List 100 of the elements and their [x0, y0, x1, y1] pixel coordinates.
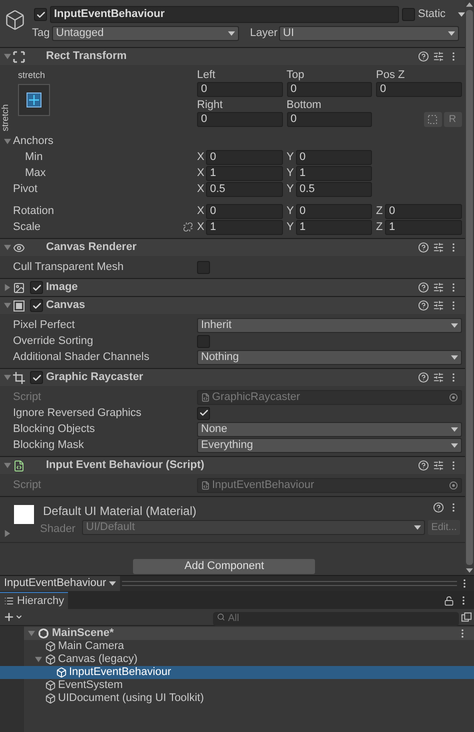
checkbox[interactable]: [197, 406, 210, 420]
checkbox[interactable]: [30, 281, 43, 294]
scene-visibility-icon[interactable]: [461, 612, 472, 622]
add-component-button[interactable]: Add Component: [133, 559, 316, 574]
component-header[interactable]: Graphic Raycaster: [0, 369, 465, 386]
scene-icon: [38, 628, 49, 639]
dropdown[interactable]: None: [197, 422, 462, 436]
help-icon[interactable]: [418, 300, 429, 311]
lock-icon[interactable]: [444, 596, 454, 606]
script-file-icon: [201, 392, 210, 402]
number-field[interactable]: 0: [385, 204, 462, 218]
dropdown[interactable]: Untagged: [52, 26, 239, 41]
foldout-arrow-icon[interactable]: [4, 244, 11, 251]
checkbox[interactable]: [30, 299, 43, 312]
scene-row[interactable]: MainScene*: [24, 627, 474, 640]
foldout-arrow-icon[interactable]: [4, 302, 11, 309]
dropdown[interactable]: Nothing: [197, 350, 462, 364]
hierarchy-tab[interactable]: Hierarchy: [0, 592, 68, 609]
help-icon[interactable]: [432, 502, 444, 513]
caret-icon: [109, 581, 116, 586]
scrollbar[interactable]: [464, 0, 474, 575]
name-field[interactable]: InputEventBehaviour: [50, 6, 399, 23]
scroll-down-icon[interactable]: [466, 568, 473, 573]
scroll-up-icon[interactable]: [466, 2, 473, 7]
image-icon: [13, 282, 25, 294]
component-header[interactable]: Input Event Behaviour (Script): [0, 457, 465, 474]
number-field[interactable]: 1: [206, 166, 282, 180]
number-field[interactable]: 1: [385, 220, 462, 234]
preset-icon[interactable]: [432, 372, 444, 383]
number-field[interactable]: 0: [296, 204, 372, 218]
cube-icon[interactable]: [4, 8, 26, 30]
caret-icon: [450, 426, 458, 432]
blueprint-button[interactable]: [424, 112, 442, 127]
foldout-arrow-icon[interactable]: [4, 53, 11, 60]
component-header[interactable]: Rect Transform: [0, 48, 465, 65]
hierarchy-item[interactable]: EventSystem: [0, 679, 474, 692]
foldout-arrow-icon[interactable]: [35, 656, 42, 663]
help-icon[interactable]: [418, 372, 429, 383]
crop-frame-icon: [13, 372, 25, 384]
number-field[interactable]: 0: [206, 204, 282, 218]
help-icon[interactable]: [418, 460, 429, 471]
checkbox[interactable]: [197, 260, 210, 274]
create-button[interactable]: [3, 611, 23, 623]
number-field[interactable]: 0: [376, 82, 462, 97]
number-field[interactable]: 0: [286, 112, 372, 127]
caret-icon: [414, 525, 421, 530]
dropdown[interactable]: Everything: [197, 438, 462, 452]
foldout-arrow-icon[interactable]: [4, 374, 11, 381]
breadcrumb-button[interactable]: InputEventBehaviour: [0, 576, 120, 591]
preset-icon[interactable]: [432, 460, 444, 471]
component-header[interactable]: Canvas: [0, 297, 465, 314]
preset-icon[interactable]: [432, 51, 444, 62]
hierarchy-item[interactable]: InputEventBehaviour: [0, 666, 474, 679]
help-icon[interactable]: [418, 282, 429, 293]
preset-icon[interactable]: [432, 282, 444, 293]
component-header[interactable]: Image: [0, 279, 465, 296]
axis-label: Y: [286, 166, 295, 181]
hierarchy-item[interactable]: Main Camera: [0, 640, 474, 653]
preset-icon[interactable]: [432, 242, 444, 253]
component-title: Canvas Renderer: [46, 240, 138, 256]
number-field[interactable]: 0: [197, 82, 282, 97]
number-field[interactable]: 1: [296, 166, 372, 180]
hierarchy-item[interactable]: Canvas (legacy): [0, 653, 474, 666]
number-field[interactable]: 1: [206, 220, 282, 234]
checkbox[interactable]: [34, 8, 47, 21]
property-label: Scale: [13, 220, 41, 235]
search-icon: [217, 613, 225, 621]
foldout-arrow-icon[interactable]: [4, 462, 11, 469]
foldout-arrow-icon[interactable]: [4, 138, 11, 144]
plus-icon: [3, 611, 15, 623]
component-title: Graphic Raycaster: [46, 370, 144, 386]
dropdown[interactable]: UI: [279, 26, 459, 41]
component-header[interactable]: Canvas Renderer: [0, 239, 465, 256]
number-field[interactable]: 0.5: [206, 182, 282, 196]
preset-icon[interactable]: [432, 300, 444, 311]
search-field[interactable]: All: [213, 612, 459, 626]
hierarchy-item[interactable]: UIDocument (using UI Toolkit): [0, 692, 474, 705]
number-field[interactable]: 0: [286, 82, 372, 97]
scrollbar-thumb[interactable]: [466, 10, 473, 565]
unlink-icon[interactable]: [183, 222, 193, 232]
dropdown[interactable]: Inherit: [197, 318, 462, 332]
splitter-grip[interactable]: [122, 581, 457, 586]
axis-label: X: [197, 204, 206, 219]
component-title: Canvas: [46, 298, 86, 314]
number-field[interactable]: 0.5: [296, 182, 372, 196]
number-field[interactable]: 0: [296, 150, 372, 164]
help-icon[interactable]: [418, 242, 429, 253]
foldout-arrow-icon[interactable]: [4, 530, 11, 537]
checkbox[interactable]: [402, 8, 415, 21]
number-field[interactable]: 1: [296, 220, 372, 234]
foldout-arrow-icon[interactable]: [4, 284, 11, 291]
property-label: Additional Shader Channels: [13, 350, 150, 363]
number-field[interactable]: 0: [206, 150, 282, 164]
axis-label: X: [197, 182, 206, 197]
checkbox[interactable]: [197, 334, 210, 348]
anchor-preset-button[interactable]: [18, 84, 50, 116]
checkbox[interactable]: [30, 371, 43, 384]
number-field[interactable]: 0: [197, 112, 282, 127]
dotted-square-icon: [428, 115, 438, 124]
help-icon[interactable]: [418, 51, 429, 62]
